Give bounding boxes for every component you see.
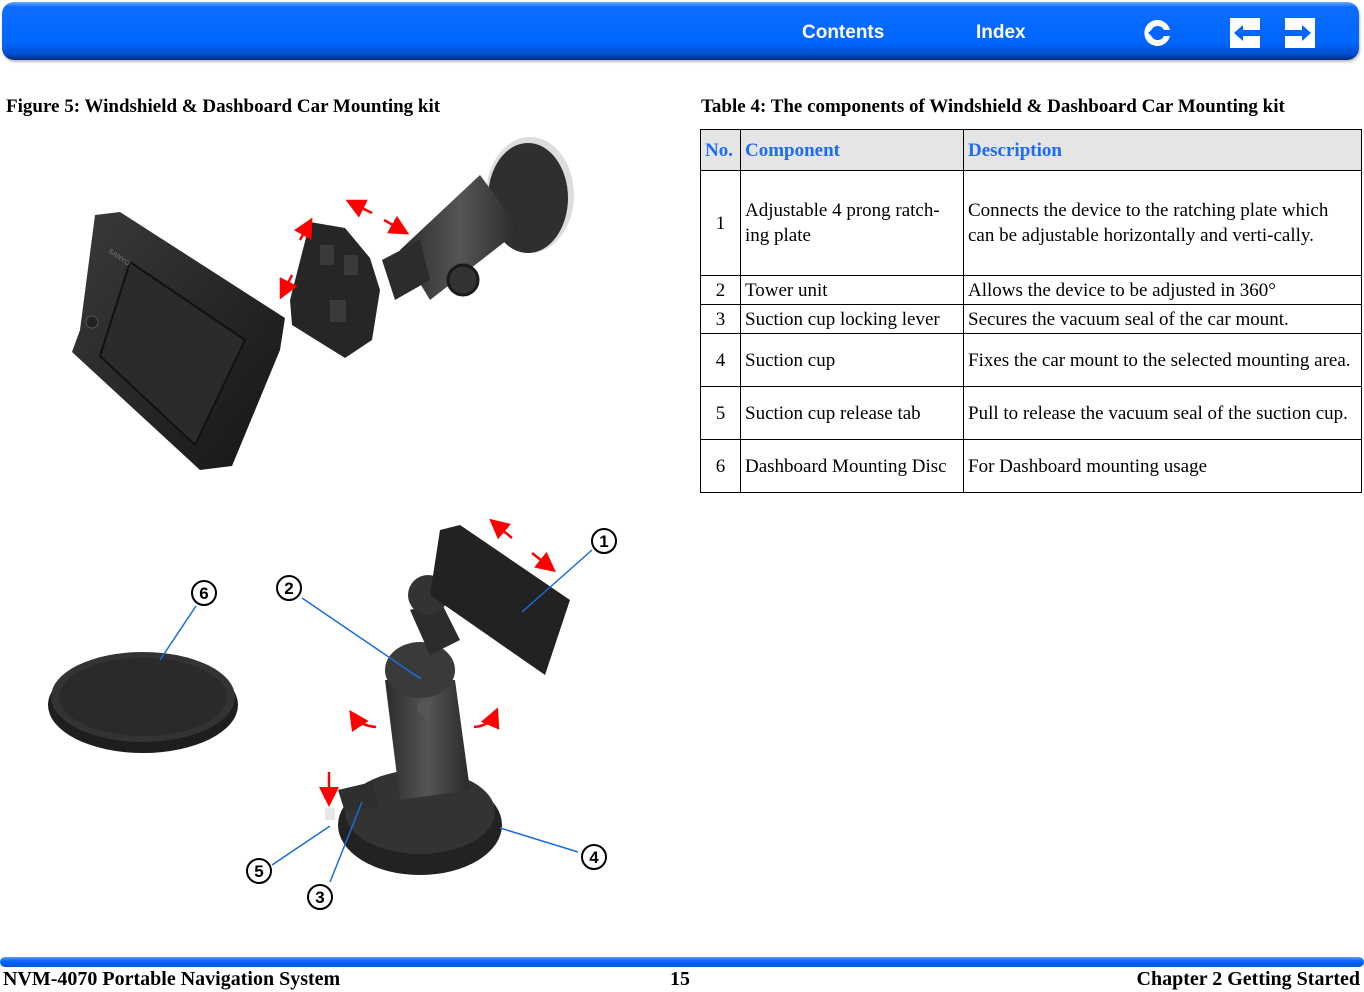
mounting-kit-illustration: SANYO 1 2 3 4 5 6 (48, 137, 617, 910)
callout-6: 6 (191, 580, 217, 606)
row-description: Connects the device to the ratching plat… (963, 170, 1362, 276)
footer-bar (0, 957, 1364, 967)
row-no: 5 (700, 386, 741, 440)
table-row: 3 Suction cup locking lever Secures the … (700, 304, 1362, 334)
ratchet-plate-lower (430, 525, 570, 675)
tightening-knob (446, 263, 480, 297)
row-no: 3 (700, 304, 741, 334)
header-description: Description (963, 129, 1362, 171)
header-component: Component (740, 129, 964, 171)
gps-device: SANYO (72, 212, 285, 470)
figure-caption: Figure 5: Windshield & Dashboard Car Mou… (6, 96, 441, 117)
footer-page-number: 15 (670, 968, 690, 990)
callout-4: 4 (581, 844, 607, 870)
top-nav-bar: Contents Index (2, 2, 1359, 60)
row-no: 6 (700, 439, 741, 493)
svg-text:3: 3 (315, 888, 324, 907)
callout-2: 2 (276, 575, 302, 601)
svg-text:4: 4 (589, 848, 599, 867)
mounting-kit-figure: SANYO 1 2 3 4 5 6 (0, 120, 680, 930)
table-row: 5 Suction cup release tab Pull to releas… (700, 386, 1362, 440)
footer-document-title: NVM-4070 Portable Navigation System (3, 968, 341, 990)
index-link[interactable]: Index (976, 22, 1026, 44)
row-component: Suction cup locking lever (740, 304, 964, 334)
svg-text:6: 6 (199, 584, 208, 603)
svg-text:1: 1 (599, 532, 608, 551)
svg-text:5: 5 (254, 862, 263, 881)
row-no: 2 (700, 275, 741, 305)
row-description: Secures the vacuum seal of the car mount… (963, 304, 1362, 334)
release-tab (325, 808, 335, 820)
ratchet-plate-upper (290, 222, 380, 358)
table-row: 4 Suction cup Fixes the car mount to the… (700, 333, 1362, 387)
row-no: 1 (700, 170, 741, 276)
next-page-icon[interactable] (1285, 18, 1315, 48)
table-caption: Table 4: The components of Windshield & … (701, 96, 1285, 117)
callout-1: 1 (591, 528, 617, 554)
table-header-row: No. Component Description (700, 129, 1362, 171)
svg-text:2: 2 (284, 579, 293, 598)
back-icon[interactable] (1142, 18, 1172, 48)
row-component: Tower unit (740, 275, 964, 305)
row-description: Pull to release the vacuum seal of the s… (963, 386, 1362, 440)
components-table: No. Component Description 1 Adjustable 4… (700, 129, 1362, 493)
contents-link[interactable]: Contents (802, 22, 884, 44)
windshield-mount (382, 137, 574, 300)
row-description: For Dashboard mounting usage (963, 439, 1362, 493)
dashboard-mounting-disc (48, 652, 238, 753)
row-component: Dashboard Mounting Disc (740, 439, 964, 493)
row-description: Fixes the car mount to the selected moun… (963, 333, 1362, 387)
table-row: 1 Adjustable 4 prong ratch-ing plate Con… (700, 170, 1362, 276)
callout-5: 5 (246, 858, 272, 884)
row-no: 4 (700, 333, 741, 387)
callout-3: 3 (307, 884, 333, 910)
table-row: 2 Tower unit Allows the device to be adj… (700, 275, 1362, 305)
row-component: Suction cup release tab (740, 386, 964, 440)
row-component: Suction cup (740, 333, 964, 387)
header-no: No. (700, 129, 741, 171)
footer-chapter: Chapter 2 Getting Started (1136, 968, 1361, 990)
row-component: Adjustable 4 prong ratch-ing plate (740, 170, 964, 276)
tower-mount (325, 525, 570, 875)
table-row: 6 Dashboard Mounting Disc For Dashboard … (700, 439, 1362, 493)
previous-page-icon[interactable] (1230, 18, 1260, 48)
row-description: Allows the device to be adjusted in 360° (963, 275, 1362, 305)
